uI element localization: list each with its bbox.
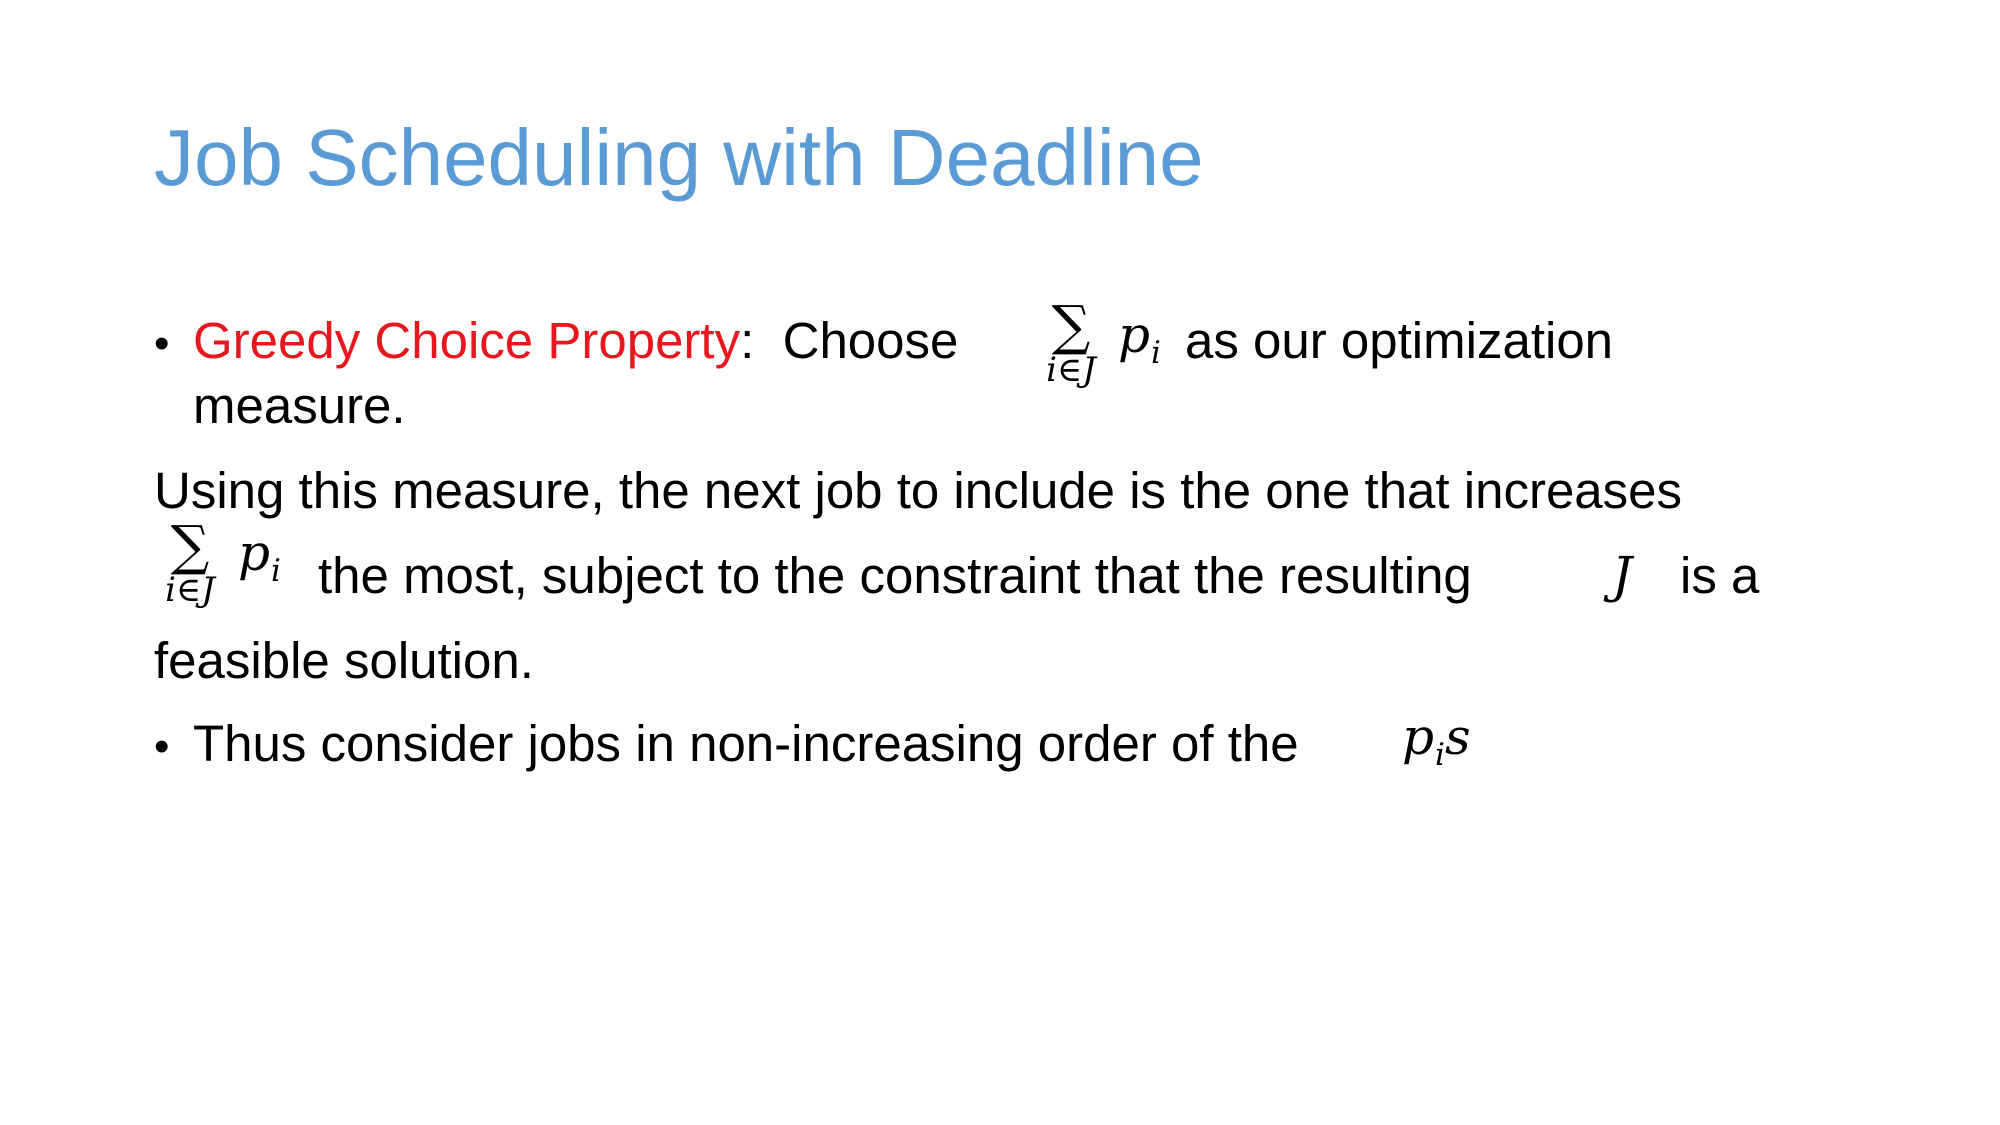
- greedy-line-1: Greedy Choice Property: Choose: [193, 315, 958, 366]
- bullet-2: •: [154, 722, 170, 771]
- paragraph-line-1: Using this measure, the next job to incl…: [154, 462, 1683, 519]
- sigma-symbol: ∑: [1051, 294, 1091, 357]
- greedy-line-2: measure.: [193, 377, 406, 434]
- greedy-choose: Choose: [782, 312, 959, 369]
- j-symbol: J: [1612, 546, 1633, 604]
- thus-line: Thus consider jobs in non-increasing ord…: [193, 715, 1299, 772]
- p-i-term-1: pi: [1118, 306, 1161, 371]
- sum-index: i∈J: [165, 570, 215, 611]
- paragraph-line-2-end: is a: [1680, 547, 1760, 604]
- bullet-1: •: [154, 319, 170, 368]
- greedy-colon: :: [740, 312, 755, 369]
- greedy-after-sum: as our optimization: [1185, 312, 1614, 369]
- sum-index: i∈J: [1046, 350, 1096, 391]
- p-i-term-2: pi: [238, 524, 281, 589]
- sum-expression-2: ∑ i∈J: [150, 514, 230, 611]
- p-i-s-term: pis: [1402, 708, 1471, 773]
- paragraph-line-2: the most, subject to the constraint that…: [318, 547, 1472, 604]
- slide-title: Job Scheduling with Deadline: [154, 113, 1204, 202]
- greedy-choice-label: Greedy Choice Property: [193, 312, 741, 369]
- paragraph-line-3: feasible solution.: [154, 632, 534, 689]
- sigma-symbol: ∑: [170, 514, 210, 577]
- sum-expression-1: ∑ i∈J: [1031, 294, 1111, 391]
